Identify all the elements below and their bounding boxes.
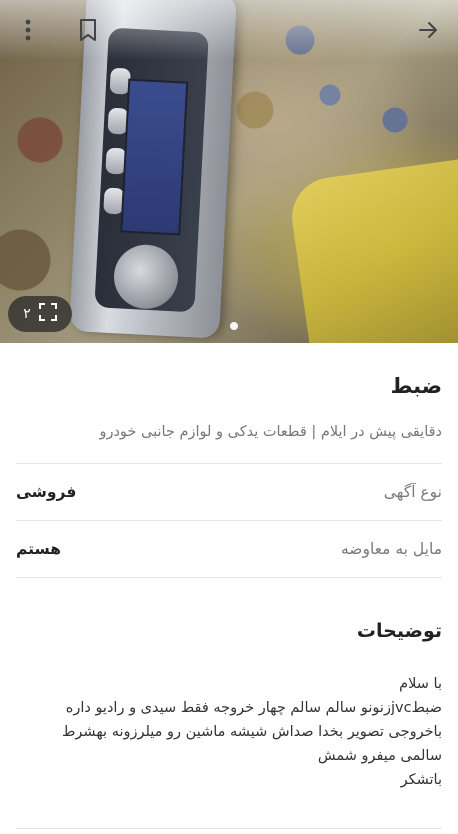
photo-detail	[286, 158, 458, 343]
arrow-forward-icon[interactable]	[412, 14, 444, 46]
more-vertical-icon[interactable]	[18, 16, 38, 44]
fullscreen-icon	[38, 303, 57, 325]
photo-count-button[interactable]: ۲	[8, 296, 72, 332]
gallery-page-indicator	[230, 322, 238, 330]
detail-label: مایل به معاوضه	[340, 540, 442, 558]
ad-photo-gallery[interactable]: ۲	[0, 0, 458, 343]
detail-label: نوع آگهی	[383, 483, 442, 501]
description-title: توضیحات	[356, 620, 442, 642]
detail-row-ad-type: نوع آگهی فروشی	[16, 464, 442, 521]
photo-count-label: ۲	[23, 306, 31, 322]
bookmark-icon[interactable]	[74, 14, 102, 46]
ad-title: ضبط	[390, 374, 442, 398]
divider	[16, 828, 442, 829]
ad-subtitle: دقایقی پیش در ایلام | قطعات یدکی و لوازم…	[99, 424, 442, 440]
ad-details: ضبط دقایقی پیش در ایلام | قطعات یدکی و ل…	[0, 369, 458, 792]
detail-value: هستم	[16, 540, 62, 558]
description-text: با سلام ضبطjvcزنونو سالم سالم چهار خروجه…	[62, 676, 442, 788]
detail-value: فروشی	[16, 483, 77, 501]
detail-row-exchange: مایل به معاوضه هستم	[16, 521, 442, 578]
